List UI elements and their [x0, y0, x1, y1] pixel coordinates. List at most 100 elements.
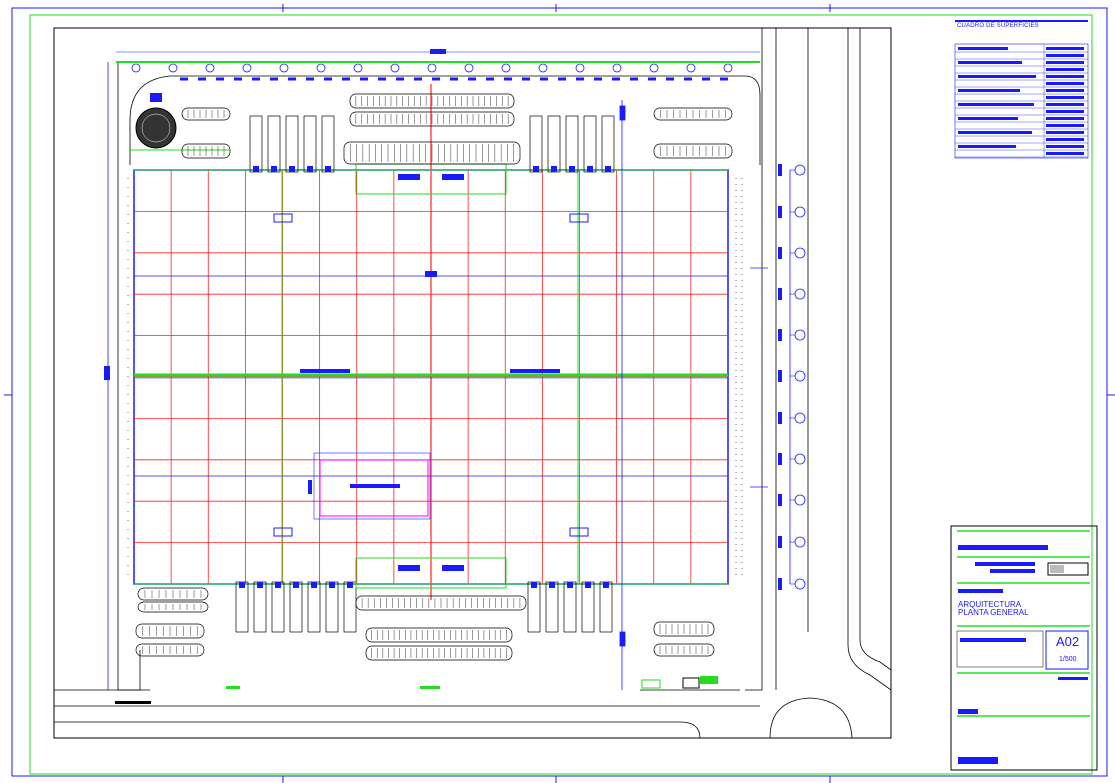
row-dim-mark	[778, 453, 782, 465]
schedule-row-text	[958, 103, 1034, 106]
row-axis-bubble	[794, 536, 806, 548]
dock-bay	[565, 115, 579, 173]
dock-bay	[271, 581, 285, 633]
dock-bay	[529, 115, 543, 173]
schedule-row-value	[1046, 61, 1084, 64]
schedule-row-value	[1046, 110, 1084, 113]
column-axis-bubble	[649, 63, 659, 73]
dock-door	[257, 582, 263, 588]
dock-door	[569, 166, 575, 172]
dock-door	[239, 582, 245, 588]
entry-marker	[398, 565, 420, 571]
site-misc	[115, 676, 718, 704]
row-axis-bubble	[794, 494, 806, 506]
water-tank	[130, 93, 230, 151]
schedule-row-text	[958, 145, 1016, 148]
column-axis-bubble	[501, 63, 511, 73]
right-axis-markers	[778, 164, 806, 590]
schedule-row-value	[1046, 145, 1084, 148]
column-axis-bubble	[464, 63, 474, 73]
column-axis-bubble	[168, 63, 178, 73]
column-axis-bubble	[316, 63, 326, 73]
inner-frame	[29, 14, 1093, 775]
top-axis-markers	[131, 63, 733, 73]
row-dim-mark	[778, 578, 782, 590]
drawing-title: PLANTA GENERAL	[958, 608, 1029, 617]
schedule-row-value	[1046, 54, 1084, 57]
schedule-title: CUADRO DE SUPERFICIES	[957, 23, 1039, 29]
row-axis-bubble	[794, 329, 806, 341]
entry-marker	[398, 174, 420, 180]
column-axis-bubble	[686, 63, 696, 73]
side-dotted-columns	[127, 178, 743, 580]
dock-bay	[321, 115, 335, 173]
schedule-row-value	[1046, 47, 1084, 50]
column-axis-bubble	[723, 63, 733, 73]
dock-door	[275, 582, 281, 588]
dock-door	[551, 166, 557, 172]
row-axis-bubble	[794, 247, 806, 259]
column-axis-bubble	[353, 63, 363, 73]
schedule-row-value	[1046, 131, 1084, 134]
dock-bay	[289, 581, 303, 633]
row-dim-mark	[778, 494, 782, 506]
dock-bay	[563, 581, 577, 633]
sheet-code: A02	[1056, 634, 1080, 649]
row-dim-mark	[778, 412, 782, 424]
dock-door	[587, 166, 593, 172]
dock-bay	[601, 115, 615, 173]
dock-bay	[547, 115, 561, 173]
dock-door	[347, 582, 353, 588]
row-axis-bubble	[794, 578, 806, 590]
schedule-row-value	[1046, 89, 1084, 92]
dock-door	[253, 166, 259, 172]
dock-door	[533, 166, 539, 172]
row-axis-bubble	[794, 370, 806, 382]
entry-marker	[442, 174, 464, 180]
dock-door	[567, 582, 573, 588]
row-dim-mark	[778, 206, 782, 218]
row-dim-mark	[778, 288, 782, 300]
column-axis-bubble	[390, 63, 400, 73]
row-dim-mark	[778, 536, 782, 548]
schedule-row-value	[1046, 152, 1084, 155]
schedule-row-value	[1046, 103, 1084, 106]
schedule-row-value	[1046, 68, 1084, 71]
dock-bay	[235, 581, 249, 633]
row-dim-mark	[778, 329, 782, 341]
dock-bay	[581, 581, 595, 633]
dock-bay	[527, 581, 541, 633]
row-dim-mark	[778, 247, 782, 259]
dock-bay	[343, 581, 357, 633]
dock-bay	[285, 115, 299, 173]
column-axis-bubble	[612, 63, 622, 73]
row-axis-bubble	[794, 164, 806, 176]
dock-bay	[307, 581, 321, 633]
top-fence	[116, 49, 760, 81]
dock-door	[549, 582, 555, 588]
dock-bay	[303, 115, 317, 173]
schedule-row-text	[958, 89, 1020, 92]
schedule-row-value	[1046, 82, 1084, 85]
row-axis-bubble	[794, 453, 806, 465]
dock-bay	[325, 581, 339, 633]
area-schedule-table	[954, 20, 1089, 159]
schedule-row-text	[958, 131, 1032, 134]
dock-bay	[583, 115, 597, 173]
row-dim-mark	[778, 370, 782, 382]
column-axis-bubble	[538, 63, 548, 73]
column-axis-bubble	[279, 63, 289, 73]
row-dim-mark	[778, 164, 782, 176]
dock-door	[329, 582, 335, 588]
schedule-row-value	[1046, 138, 1084, 141]
schedule-row-value	[1046, 96, 1084, 99]
dock-door	[271, 166, 277, 172]
dock-bay	[545, 581, 559, 633]
dock-door	[307, 166, 313, 172]
dock-door	[289, 166, 295, 172]
dock-door	[325, 166, 331, 172]
column-axis-bubble	[427, 63, 437, 73]
entry-marker	[442, 565, 464, 571]
schedule-row-text	[958, 75, 1036, 78]
drawing-sheet	[4, 4, 1115, 783]
